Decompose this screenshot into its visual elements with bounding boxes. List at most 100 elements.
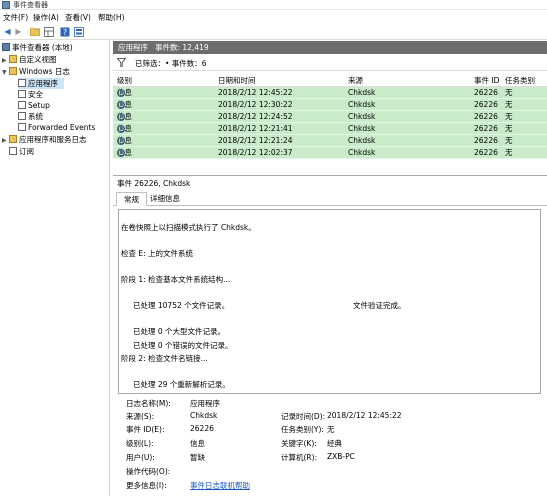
table-row[interactable]: i 信息 2018/2/12 12:45:22 Chkdsk 26226 无 [113, 87, 547, 99]
tree-item-forwarded-events[interactable]: Forwarded Events [18, 122, 95, 133]
tree-root[interactable]: 事件查看器 (本地) [2, 42, 73, 53]
prop-level-label: 级别(L): [126, 439, 154, 448]
col-datetime[interactable]: 日期和时间 [218, 75, 256, 86]
table-row[interactable]: i 信息 2018/2/12 12:02:37 Chkdsk 26226 无 [113, 147, 547, 159]
task-cell: 无 [505, 88, 513, 97]
log-name: 应用程序 [118, 43, 148, 52]
collapse-icon[interactable]: ▼ [2, 67, 9, 78]
folder-icon[interactable] [29, 26, 40, 37]
log-header: 应用程序 事件数: 12,419 [113, 41, 547, 54]
level-cell: i 信息 [117, 88, 132, 98]
level-cell: i 信息 [117, 148, 132, 158]
message-line: 已处理 10752 个文件记录。 [133, 301, 230, 310]
prop-opcode-label: 操作代码(O): [126, 467, 171, 476]
source-cell: Chkdsk [348, 124, 376, 133]
prop-user-value: 暂缺 [190, 453, 205, 462]
task-cell: 无 [505, 136, 513, 145]
tree-subscriptions[interactable]: 订阅 [9, 146, 34, 157]
expand-icon[interactable]: ▶ [2, 135, 9, 146]
message-line: 检查 E: 上的文件系统 [121, 249, 194, 258]
info-icon: i [117, 113, 125, 121]
datetime-cell: 2018/2/12 12:02:37 [218, 148, 293, 157]
menu-action[interactable]: 操作(A) [33, 12, 59, 23]
id-cell: 26226 [474, 124, 498, 133]
message-line: 已处理 0 个错误的文件记录。 [133, 341, 233, 350]
id-cell: 26226 [474, 148, 498, 157]
tree-custom-views[interactable]: ▶ 自定义视图 [2, 54, 57, 65]
prop-task-label: 任务类别(Y): [281, 425, 324, 434]
help-icon[interactable]: ? [59, 26, 70, 37]
log-icon [18, 112, 26, 120]
menu-file[interactable]: 文件(F) [3, 12, 28, 23]
menu-help[interactable]: 帮助(H) [98, 12, 125, 23]
datetime-cell: 2018/2/12 12:21:41 [218, 124, 293, 133]
online-help-link[interactable]: 事件日志联机帮助 [190, 480, 250, 491]
computer-icon [2, 43, 10, 51]
event-count: 事件数: 12,419 [155, 43, 209, 52]
prop-user-label: 用户(U): [126, 453, 155, 462]
message-line: 阶段 1: 检查基本文件系统结构... [121, 275, 231, 284]
subscription-icon [9, 147, 17, 155]
tree-windows-logs[interactable]: ▼ Windows 日志 [2, 66, 70, 77]
level-cell: i 信息 [117, 100, 132, 110]
menu-view[interactable]: 查看(V) [65, 12, 91, 23]
tree-item-application[interactable]: 应用程序 [18, 78, 64, 89]
table-row[interactable]: i 信息 2018/2/12 12:24:52 Chkdsk 26226 无 [113, 111, 547, 123]
folder-icon [9, 135, 17, 143]
info-icon: i [117, 137, 125, 145]
filter-bar: 已筛选：• 事件数：6 [113, 55, 547, 71]
tab-details[interactable]: 详细信息 [143, 192, 187, 206]
forward-icon[interactable]: ▶ [13, 26, 24, 37]
source-cell: Chkdsk [348, 112, 376, 121]
datetime-cell: 2018/2/12 12:21:24 [218, 136, 293, 145]
task-cell: 无 [505, 148, 513, 157]
table-row[interactable]: i 信息 2018/2/12 12:21:24 Chkdsk 26226 无 [113, 135, 547, 147]
id-cell: 26226 [474, 112, 498, 121]
info-icon: i [117, 149, 125, 157]
id-cell: 26226 [474, 88, 498, 97]
tree-item-system[interactable]: 系统 [18, 111, 43, 122]
task-cell: 无 [505, 100, 513, 109]
window-title: 事件查看器 [13, 1, 48, 9]
message-line: 在卷快照上以扫描模式执行了 Chkdsk。 [121, 223, 256, 232]
tree-app-service-logs[interactable]: ▶ 应用程序和服务日志 [2, 134, 87, 145]
level-cell: i 信息 [117, 136, 132, 146]
prop-log-name-label: 日志名称(M): [126, 399, 171, 408]
title-bar: 事件查看器 [0, 0, 547, 10]
grid-view-icon[interactable] [43, 26, 54, 37]
log-icon [18, 90, 26, 98]
info-icon: i [117, 125, 125, 133]
prop-computer-value: ZXB-PC [327, 452, 355, 461]
back-icon[interactable]: ◀ [2, 26, 13, 37]
table-row[interactable]: i 信息 2018/2/12 12:21:41 Chkdsk 26226 无 [113, 123, 547, 135]
prop-level-value: 信息 [190, 439, 205, 448]
tree-item-setup[interactable]: Setup [18, 100, 50, 111]
prop-keywords-label: 关键字(K): [281, 439, 317, 448]
expand-icon[interactable]: ▶ [2, 55, 9, 66]
message-line: 文件验证完成。 [353, 301, 406, 310]
datetime-cell: 2018/2/12 12:24:52 [218, 112, 293, 121]
col-source[interactable]: 来源 [348, 75, 363, 86]
message-line: 阶段 2: 检查文件名链接... [121, 354, 208, 363]
filter-icon[interactable] [116, 58, 127, 69]
col-task-category[interactable]: 任务类别 [505, 75, 535, 86]
col-level[interactable]: 级别 [117, 75, 132, 86]
table-row[interactable]: i 信息 2018/2/12 12:30:22 Chkdsk 26226 无 [113, 99, 547, 111]
event-message[interactable]: 在卷快照上以扫描模式执行了 Chkdsk。 检查 E: 上的文件系统 阶段 1:… [118, 209, 541, 394]
prop-recorded-value: 2018/2/12 12:45:22 [327, 411, 402, 420]
datetime-cell: 2018/2/12 12:30:22 [218, 100, 293, 109]
prop-source-value: Chkdsk [190, 411, 218, 420]
prop-event-id-value: 26226 [190, 424, 214, 433]
folder-icon [9, 67, 17, 75]
level-cell: i 信息 [117, 112, 132, 122]
properties-icon[interactable] [73, 26, 84, 37]
col-event-id[interactable]: 事件 ID [474, 75, 499, 86]
prop-keywords-value: 经典 [327, 439, 342, 448]
prop-source-label: 来源(S): [126, 412, 155, 421]
detail-header: 事件 26226, Chkdsk [113, 175, 547, 189]
info-icon: i [117, 89, 125, 97]
level-cell: i 信息 [117, 124, 132, 134]
info-icon: i [117, 101, 125, 109]
tree-item-security[interactable]: 安全 [18, 89, 43, 100]
message-line: 已处理 29 个重新解析记录。 [133, 380, 230, 389]
